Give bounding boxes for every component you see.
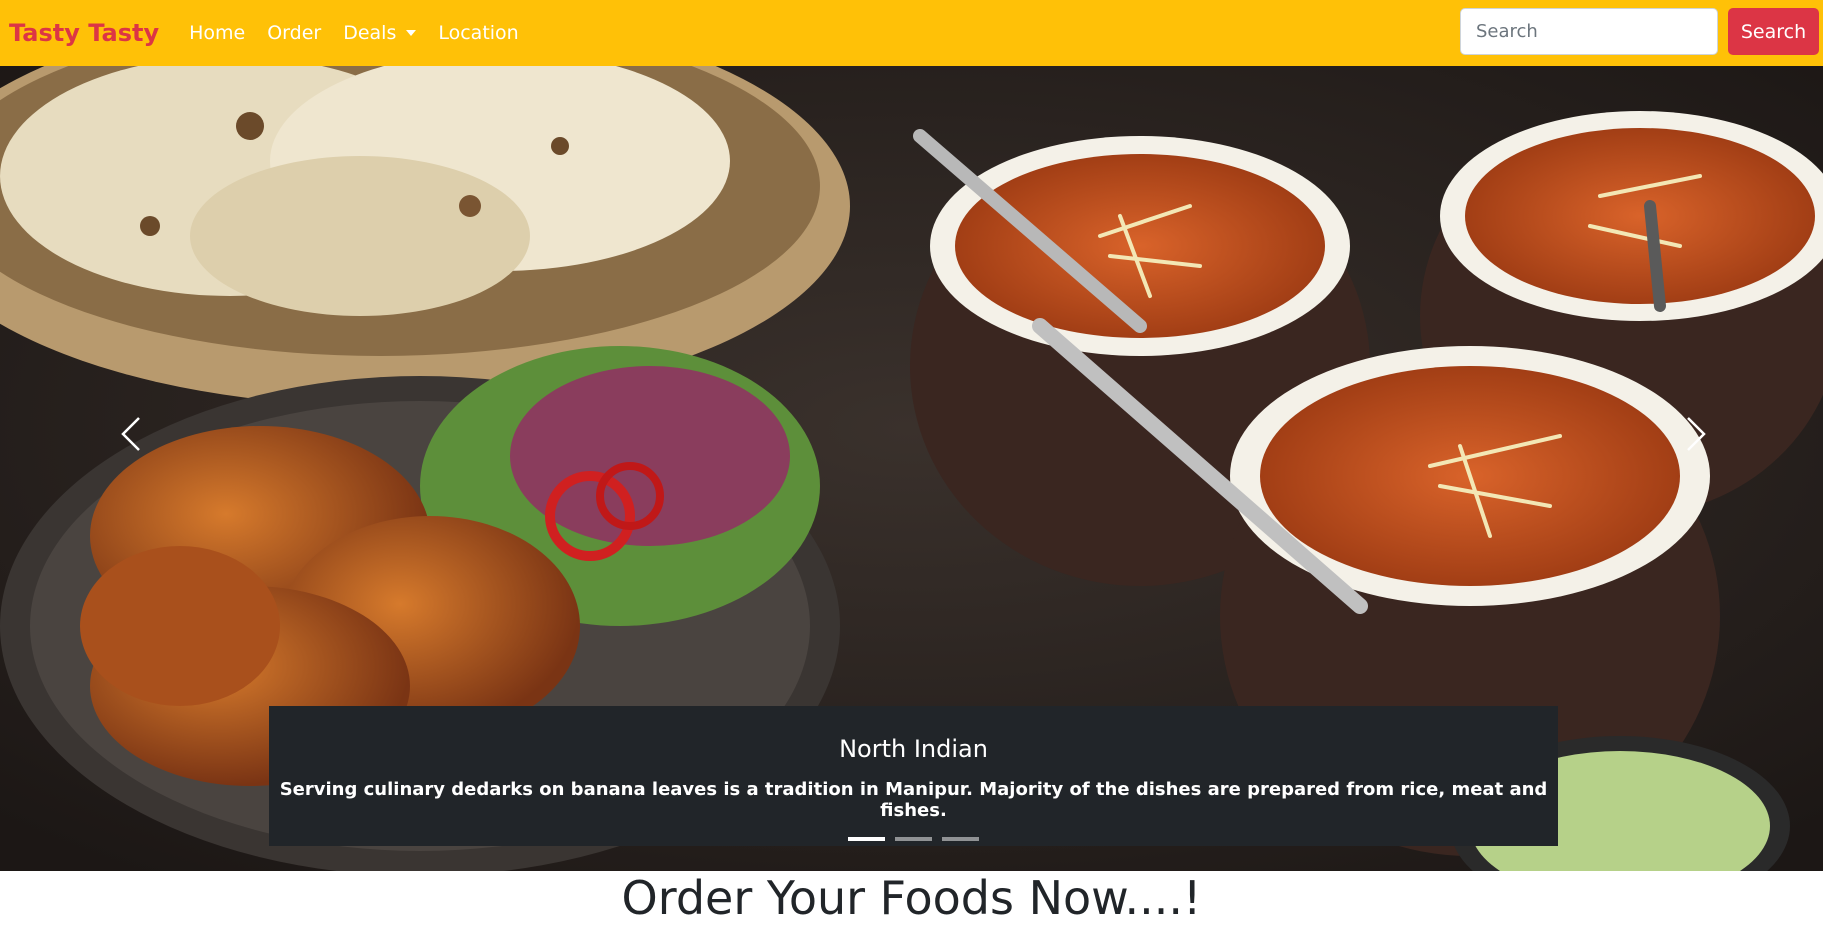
navbar: Tasty Tasty Home Order Deals Location Se… <box>0 0 1823 66</box>
carousel-indicator-3[interactable] <box>942 837 979 841</box>
carousel-caption: North Indian Serving culinary dedarks on… <box>269 706 1558 846</box>
carousel-indicator-2[interactable] <box>895 837 932 841</box>
carousel: North Indian Serving culinary dedarks on… <box>0 66 1823 871</box>
search-input[interactable] <box>1460 8 1718 55</box>
page-heading: Order Your Foods Now....! <box>621 871 1202 925</box>
caret-down-icon <box>406 30 417 36</box>
search-form: Search <box>1460 8 1819 55</box>
nav-link-order[interactable]: Order <box>267 22 321 44</box>
carousel-caption-text: Serving culinary dedarks on banana leave… <box>279 779 1548 821</box>
nav-link-home[interactable]: Home <box>189 22 245 44</box>
chevron-right-icon <box>1687 417 1706 451</box>
carousel-caption-title: North Indian <box>839 735 988 763</box>
carousel-prev-button[interactable] <box>111 404 151 464</box>
nav-link-location[interactable]: Location <box>438 22 518 44</box>
search-button[interactable]: Search <box>1728 8 1819 55</box>
nav-dropdown-deals[interactable]: Deals <box>343 22 417 44</box>
chevron-left-icon <box>121 417 140 451</box>
carousel-indicators <box>269 837 1558 841</box>
carousel-next-button[interactable] <box>1676 404 1716 464</box>
carousel-indicator-1[interactable] <box>848 837 885 841</box>
nav-link-deals-label: Deals <box>343 22 397 44</box>
brand-logo[interactable]: Tasty Tasty <box>9 19 159 47</box>
